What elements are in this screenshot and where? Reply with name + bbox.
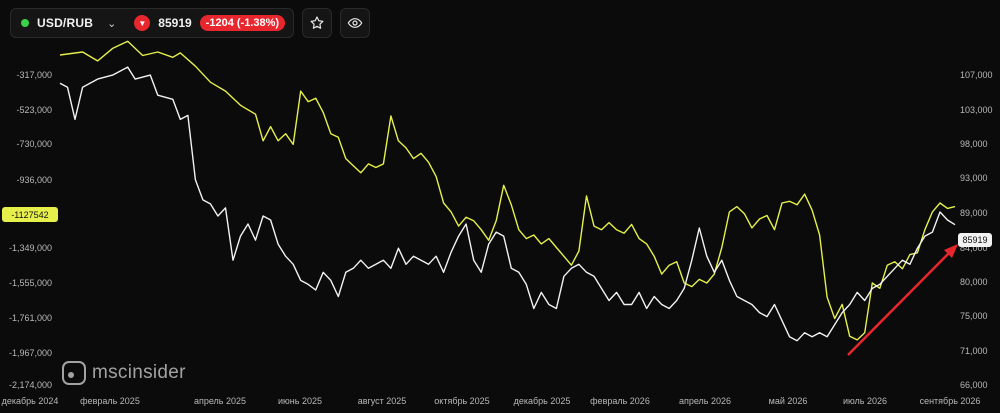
right-tick-label: 89,000 bbox=[960, 208, 988, 218]
right-tick-label: 71,000 bbox=[960, 346, 988, 356]
x-tick-label: май 2026 bbox=[769, 396, 808, 406]
series-line bbox=[59, 40, 956, 341]
left-tick-label: -1,967,000 bbox=[9, 348, 52, 358]
x-tick-label: апрель 2026 bbox=[679, 396, 731, 406]
right-tick-label: 103,000 bbox=[960, 105, 993, 115]
x-tick-label: апрель 2025 bbox=[194, 396, 246, 406]
left-tick-label: -1,349,000 bbox=[9, 243, 52, 253]
x-tick-label: сентябрь 2026 bbox=[920, 396, 981, 406]
x-tick-label: декабрь 2025 bbox=[514, 396, 571, 406]
x-tick-label: декабрь 2024 bbox=[2, 396, 59, 406]
x-tick-label: июнь 2025 bbox=[278, 396, 322, 406]
right-current-label: 85919 bbox=[962, 235, 987, 245]
left-tick-label: -2,174,000 bbox=[9, 380, 52, 390]
left-current-label: -1127542 bbox=[11, 210, 48, 220]
right-tick-label: 98,000 bbox=[960, 139, 988, 149]
price-chart[interactable]: -317,000 -523,000 -730,000 -936,000 -1,349,0… bbox=[0, 0, 1000, 413]
right-tick-label: 93,000 bbox=[960, 173, 988, 183]
logo-icon bbox=[62, 361, 86, 385]
left-axis: -317,000 -523,000 -730,000 -936,000 -1,349,0… bbox=[9, 70, 52, 390]
left-tick-label: -1,555,000 bbox=[9, 278, 52, 288]
x-tick-label: август 2025 bbox=[358, 396, 407, 406]
series-line bbox=[59, 66, 956, 342]
watermark-text: mscinsider bbox=[92, 362, 186, 383]
right-axis: 107,000103,00098,00093,00089,00084,00080… bbox=[960, 70, 993, 390]
x-tick-label: февраль 2026 bbox=[590, 396, 650, 406]
left-tick-label: -936,000 bbox=[16, 175, 52, 185]
x-axis: декабрь 2024 февраль 2025 апрель 2025 июнь … bbox=[2, 396, 981, 406]
right-tick-label: 75,000 bbox=[960, 311, 988, 321]
x-tick-label: июль 2026 bbox=[843, 396, 887, 406]
left-tick-label: -730,000 bbox=[16, 139, 52, 149]
right-tick-label: 66,000 bbox=[960, 380, 988, 390]
watermark: mscinsider bbox=[62, 361, 186, 385]
left-tick-label: -1,761,000 bbox=[9, 313, 52, 323]
right-tick-label: 80,000 bbox=[960, 277, 988, 287]
series-lines bbox=[59, 40, 956, 342]
left-tick-label: -523,000 bbox=[16, 105, 52, 115]
current-value-labels: -1127542 85919 bbox=[2, 207, 992, 247]
right-tick-label: 107,000 bbox=[960, 70, 993, 80]
x-tick-label: февраль 2025 bbox=[80, 396, 140, 406]
left-tick-label: -317,000 bbox=[16, 70, 52, 80]
x-tick-label: октябрь 2025 bbox=[434, 396, 489, 406]
